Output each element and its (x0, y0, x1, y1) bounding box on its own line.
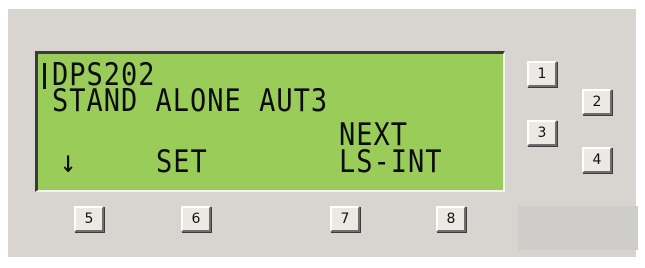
key-5-button[interactable]: 5 (74, 206, 104, 232)
key-7-button[interactable]: 7 (330, 206, 360, 232)
lcd-cursor (43, 63, 46, 89)
key-3-button[interactable]: 3 (527, 120, 557, 146)
key-8-button[interactable]: 8 (436, 206, 466, 232)
lcd-line-2: STAND ALONE AUT3 (52, 83, 329, 119)
key-1-button[interactable]: 1 (527, 61, 557, 87)
key-6-button[interactable]: 6 (181, 206, 211, 232)
key-4-button[interactable]: 4 (582, 147, 612, 173)
down-arrow-icon: ↓ (60, 144, 78, 180)
blank-indicator-area (518, 206, 638, 250)
lcd-softkey-ls-int: LS-INT (339, 144, 443, 180)
lcd-display: DPS202 STAND ALONE AUT3 NEXT ↓ SET LS-IN… (35, 51, 505, 192)
lcd-softkey-set: SET (156, 144, 208, 180)
key-2-button[interactable]: 2 (582, 89, 612, 115)
control-panel: DPS202 STAND ALONE AUT3 NEXT ↓ SET LS-IN… (8, 9, 638, 257)
